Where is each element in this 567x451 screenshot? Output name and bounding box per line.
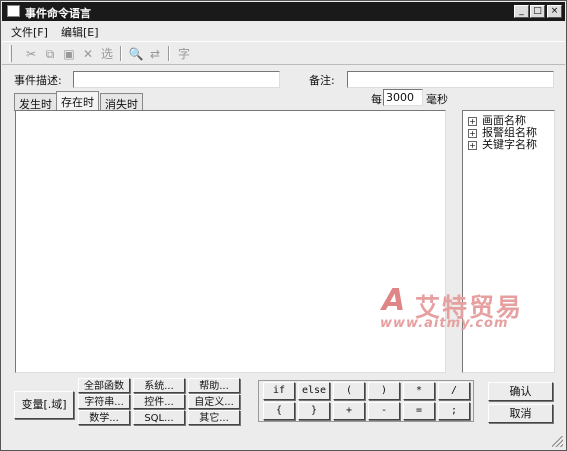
- operator-else-button[interactable]: else: [298, 382, 330, 400]
- operator-close-brace-button[interactable]: }: [298, 402, 330, 420]
- maximize-button[interactable]: □: [530, 5, 545, 18]
- operator-multiply-button[interactable]: *: [403, 382, 435, 400]
- note-label: 备注:: [309, 74, 335, 87]
- variable-button[interactable]: 变量[.域]: [14, 391, 74, 419]
- event-command-language-window: 事件命令语言 _ □ × 文件[F] 编辑[E] ✂ ⧉ ▣ ✕ 选 🔍 ⇄ 字…: [0, 0, 567, 451]
- operator-semicolon-button[interactable]: ;: [438, 402, 470, 420]
- close-button[interactable]: ×: [547, 5, 562, 18]
- system-functions-button[interactable]: 系统...: [133, 378, 185, 393]
- script-editor[interactable]: [15, 110, 446, 373]
- replace-icon[interactable]: ⇄: [146, 45, 164, 63]
- find-icon[interactable]: 🔍: [127, 45, 145, 63]
- toolbar-separator: [168, 46, 170, 61]
- delete-icon[interactable]: ✕: [79, 45, 97, 63]
- menu-file[interactable]: 文件[F]: [11, 24, 48, 40]
- operator-minus-button[interactable]: -: [368, 402, 400, 420]
- tree-item-label: 关键字名称: [482, 138, 537, 151]
- math-functions-button[interactable]: 数学...: [78, 410, 130, 425]
- operator-plus-button[interactable]: +: [333, 402, 365, 420]
- menu-edit[interactable]: 编辑[E]: [61, 24, 99, 40]
- resize-grip-icon[interactable]: [552, 436, 563, 447]
- tab-while-exists[interactable]: 存在时: [56, 91, 99, 111]
- custom-functions-button[interactable]: 自定义...: [188, 394, 240, 409]
- note-field[interactable]: [347, 71, 554, 88]
- watermark-url: www.aitmy.com: [380, 316, 509, 331]
- description-field[interactable]: [73, 71, 280, 88]
- description-label: 事件描述:: [14, 74, 62, 87]
- operator-open-paren-button[interactable]: (: [333, 382, 365, 400]
- ok-button[interactable]: 确认: [488, 382, 553, 401]
- operator-open-brace-button[interactable]: {: [263, 402, 295, 420]
- operator-equals-button[interactable]: =: [403, 402, 435, 420]
- toolbar-separator: [120, 46, 122, 61]
- window-title: 事件命令语言: [25, 7, 91, 20]
- operator-if-button[interactable]: if: [263, 382, 295, 400]
- sql-functions-button[interactable]: SQL...: [133, 410, 185, 425]
- tree-item-keyword-names[interactable]: + 关键字名称: [468, 136, 537, 152]
- toolbar: ✂ ⧉ ▣ ✕ 选 🔍 ⇄ 字: [2, 41, 565, 65]
- tab-on-occur[interactable]: 发生时: [14, 93, 57, 111]
- operator-close-paren-button[interactable]: ): [368, 382, 400, 400]
- interval-input[interactable]: 3000: [383, 89, 423, 106]
- interval-prefix: 每: [371, 93, 382, 106]
- other-functions-button[interactable]: 其它...: [188, 410, 240, 425]
- cut-icon[interactable]: ✂: [22, 45, 40, 63]
- interval-unit: 毫秒: [426, 93, 448, 106]
- minimize-button[interactable]: _: [514, 5, 529, 18]
- operator-divide-button[interactable]: /: [438, 382, 470, 400]
- all-functions-button[interactable]: 全部函数: [78, 378, 130, 393]
- font-icon[interactable]: 字: [175, 45, 193, 63]
- expand-icon[interactable]: +: [468, 141, 477, 150]
- name-tree[interactable]: + 画面名称 + 报警组名称 + 关键字名称: [462, 110, 555, 373]
- help-button[interactable]: 帮助...: [188, 378, 240, 393]
- toolbar-grip[interactable]: [9, 45, 12, 62]
- title-bar: 事件命令语言 _ □ ×: [2, 2, 565, 21]
- control-functions-button[interactable]: 控件...: [133, 394, 185, 409]
- app-icon: [7, 5, 20, 17]
- copy-icon[interactable]: ⧉: [41, 45, 59, 63]
- select-all-icon[interactable]: 选: [98, 45, 116, 63]
- string-functions-button[interactable]: 字符串...: [78, 394, 130, 409]
- cancel-button[interactable]: 取消: [488, 404, 553, 423]
- tab-on-disappear[interactable]: 消失时: [100, 93, 143, 111]
- paste-icon[interactable]: ▣: [60, 45, 78, 63]
- menu-bar: 文件[F] 编辑[E]: [2, 22, 565, 39]
- watermark-logo: A: [382, 283, 406, 318]
